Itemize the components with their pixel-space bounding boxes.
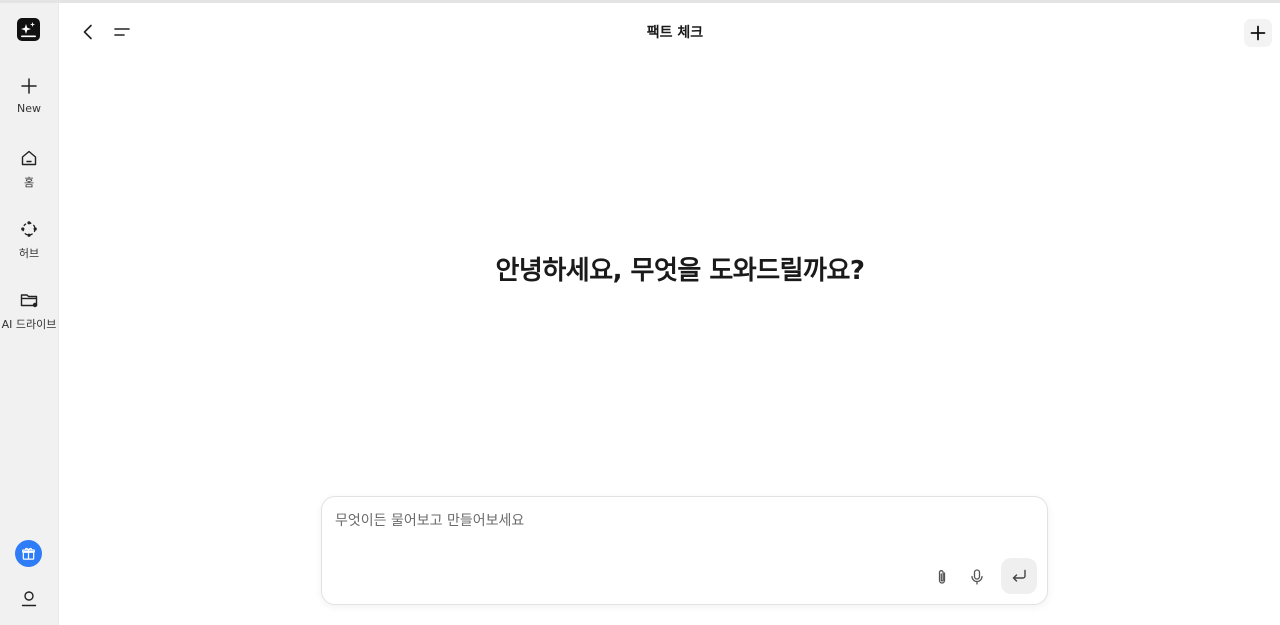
plus-icon <box>1250 25 1266 41</box>
user-icon <box>21 591 37 607</box>
sidebar-item-new[interactable]: New <box>0 76 58 134</box>
gift-button[interactable] <box>15 540 42 567</box>
greeting-heading: 안녕하세요, 무엇을 도와드릴까요? <box>495 256 865 286</box>
sidebar-item-label: New <box>17 102 41 115</box>
sidebar-item-label: 홈 <box>23 176 35 189</box>
sidebar-item-label: AI 드라이브 <box>1 318 57 331</box>
back-button[interactable] <box>78 22 98 42</box>
enter-arrow-icon <box>1012 569 1026 582</box>
chat-composer <box>321 496 1048 605</box>
sidebar-item-label: 허브 <box>18 247 40 260</box>
sidebar-item-ai-drive[interactable]: AI 드라이브 <box>0 290 58 348</box>
microphone-button[interactable] <box>966 566 988 588</box>
new-chat-button[interactable] <box>1244 19 1272 47</box>
window-top-border <box>0 0 1280 3</box>
page-title: 팩트 체크 <box>646 25 704 41</box>
sidebar: New 홈 허브 AI 드라이브 <box>0 3 59 625</box>
paperclip-icon <box>938 570 946 584</box>
microphone-icon <box>971 569 983 585</box>
plus-icon <box>21 78 37 94</box>
sidebar-item-home[interactable]: 홈 <box>0 148 58 206</box>
send-button[interactable] <box>1001 558 1037 594</box>
sparkle-logo-icon <box>21 22 36 38</box>
sidebar-item-hub[interactable]: 허브 <box>0 219 58 277</box>
attach-button[interactable] <box>931 566 953 588</box>
home-icon <box>21 150 37 166</box>
chat-input[interactable] <box>335 510 1025 550</box>
menu-icon <box>114 28 130 36</box>
hub-icon <box>21 221 37 237</box>
folder-icon <box>20 294 38 308</box>
chevron-left-icon <box>83 24 92 40</box>
app-logo[interactable] <box>17 18 40 41</box>
menu-button[interactable] <box>112 22 132 42</box>
gift-icon <box>22 547 35 560</box>
profile-button[interactable] <box>18 588 40 610</box>
